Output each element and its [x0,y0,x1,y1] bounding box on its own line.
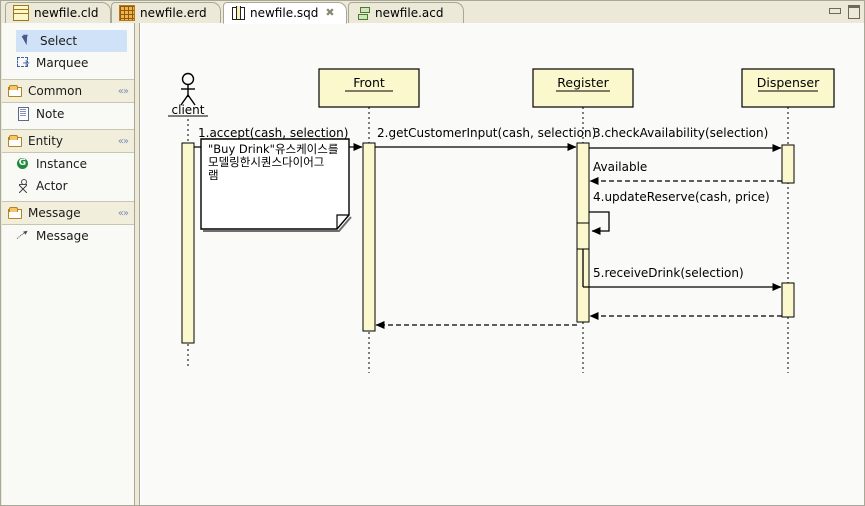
palette-item-instance[interactable]: Instance [2,153,134,175]
palette-group-label: Entity [28,135,112,148]
palette-group-label: Message [28,207,112,220]
editor-body: Select Marquee Common «» Note Entit [2,23,865,506]
message-label: 2.getCustomerInput(cash, selection) [377,126,596,140]
tool-palette: Select Marquee Common «» Note Entit [2,23,135,506]
palette-item-label: Instance [36,158,87,171]
folder-icon [8,134,22,148]
instance-icon [16,157,30,171]
note-line: 모델링한시퀀스다이어그 [208,155,324,169]
message-label: Available [593,160,647,174]
editor-tab-bar: newfile.cld newfile.erd newfile.sqd ✖ ne… [1,1,865,23]
palette-splitter[interactable] [135,23,140,506]
folder-icon [8,206,22,220]
sequence-diagram-canvas[interactable]: client Front Register [141,23,865,506]
palette-item-actor[interactable]: Actor [2,175,134,197]
er-diagram-icon [119,5,135,21]
tab-newfile-sqd[interactable]: newfile.sqd ✖ [223,2,347,24]
participant-dispenser[interactable]: Dispenser [742,69,834,373]
palette-item-label: Message [36,230,89,243]
palette-group-message[interactable]: Message «» [2,201,134,225]
palette-group-entity[interactable]: Entity «» [2,129,134,153]
note-line: "Buy Drink"유스케이스를 [208,142,338,156]
palette-item-message[interactable]: Message [2,225,134,247]
tab-newfile-cld[interactable]: newfile.cld [5,2,111,23]
message-return-available[interactable]: Available [590,160,782,181]
marquee-icon [16,56,30,70]
palette-tool-select[interactable]: Select [16,30,127,52]
palette-item-label: Actor [36,180,68,193]
chevron-collapse-icon[interactable]: «» [118,208,128,219]
message-2-getCustomerInput[interactable]: 2.getCustomerInput(cash, selection) [375,126,596,147]
tab-newfile-erd[interactable]: newfile.erd [111,2,221,23]
palette-tool-label: Marquee [36,57,88,70]
note-icon [16,107,30,121]
activation-bar[interactable] [363,143,375,331]
tab-label: newfile.acd [375,7,443,19]
message-3-checkAvailability[interactable]: 3.checkAvailability(selection) [589,126,781,148]
message-4-updateReserve[interactable]: 4.updateReserve(cash, price) [589,190,770,231]
message-label: 3.checkAvailability(selection) [593,126,768,140]
sequence-diagram-icon [231,6,245,20]
activity-diagram-icon [356,6,370,20]
actor-icon [16,179,30,193]
activation-bar-nested[interactable] [577,223,589,249]
palette-item-label: Note [36,108,64,121]
participant-label: Register [557,75,609,90]
class-diagram-icon [13,5,29,21]
chevron-collapse-icon[interactable]: «» [118,136,128,147]
participant-label: Front [353,75,385,90]
activation-bar[interactable] [182,143,194,343]
maximize-icon[interactable] [847,5,860,16]
note-line: 램 [208,168,219,182]
message-label: 4.updateReserve(cash, price) [593,190,770,204]
window-controls [828,5,860,16]
palette-group-common[interactable]: Common «» [2,79,134,103]
diagram-note[interactable]: "Buy Drink"유스케이스를 모델링한시퀀스다이어그 램 [201,139,351,231]
message-arrow-icon [16,229,30,243]
application-window: newfile.cld newfile.erd newfile.sqd ✖ ne… [0,0,865,506]
folder-icon [8,84,22,98]
participant-label: Dispenser [757,75,820,90]
participant-register[interactable]: Register [533,69,633,373]
message-label: 1.accept(cash, selection) [198,126,348,140]
chevron-collapse-icon[interactable]: «» [118,86,128,97]
palette-group-label: Common [28,85,112,98]
tab-newfile-acd[interactable]: newfile.acd [348,2,464,23]
palette-tool-label: Select [40,35,77,48]
minimize-icon[interactable] [828,5,841,16]
message-label: 5.receiveDrink(selection) [593,266,744,280]
participant-label: client [172,103,205,117]
palette-tool-marquee[interactable]: Marquee [2,52,134,74]
tab-label: newfile.sqd [250,7,318,19]
activation-bar[interactable] [782,145,794,183]
activation-bar[interactable] [782,283,794,317]
message-5-receiveDrink[interactable]: 5.receiveDrink(selection) [583,249,781,287]
diagram-svg: client Front Register [141,23,865,506]
tab-label: newfile.erd [140,7,207,19]
close-icon[interactable]: ✖ [325,8,334,18]
tab-label: newfile.cld [34,7,98,19]
cursor-icon [20,34,34,48]
palette-item-note[interactable]: Note [2,103,134,125]
